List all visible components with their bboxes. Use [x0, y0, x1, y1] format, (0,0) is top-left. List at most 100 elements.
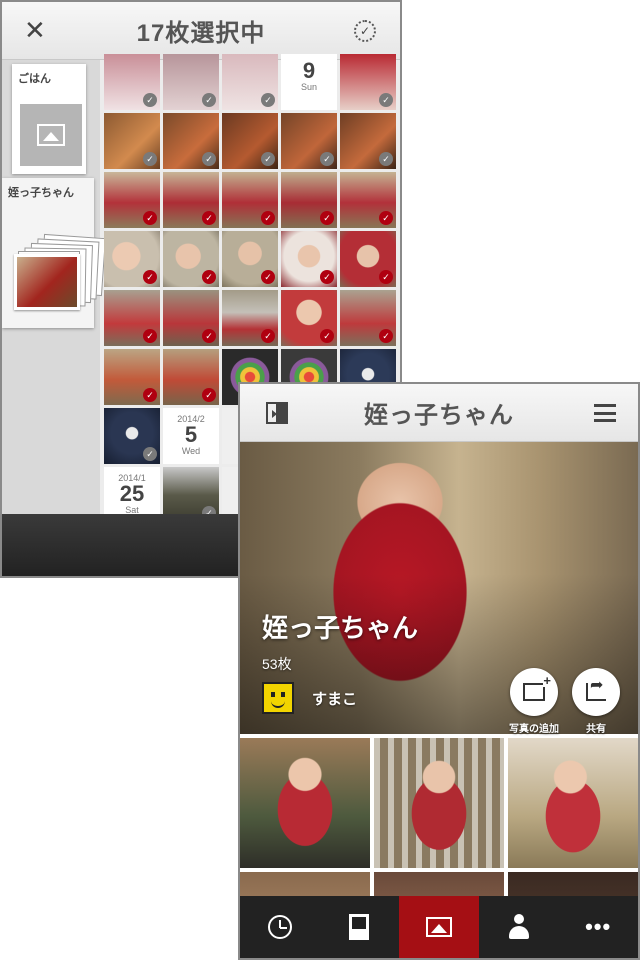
top-bar: ✕ 17枚選択中 ✓: [2, 2, 400, 60]
album-photo[interactable]: [374, 738, 504, 868]
check-icon[interactable]: ✓: [320, 329, 334, 343]
photo-cell[interactable]: ✓: [340, 54, 396, 110]
photo-cell[interactable]: ✓: [281, 231, 337, 287]
album-title: 姪っ子ちゃん: [364, 402, 514, 429]
album-name: 姪っ子ちゃん: [262, 613, 419, 643]
check-icon[interactable]: ✓: [320, 211, 334, 225]
check-icon[interactable]: ✓: [202, 388, 216, 402]
tab-timeline[interactable]: [240, 896, 320, 958]
check-icon[interactable]: ✓: [320, 270, 334, 284]
photo-cell[interactable]: ✓: [222, 231, 278, 287]
photo-cell[interactable]: ✓: [104, 113, 160, 169]
photo-cell[interactable]: ✓: [222, 172, 278, 228]
close-icon[interactable]: ✕: [24, 16, 46, 44]
photo-cell[interactable]: ✓: [222, 113, 278, 169]
photo-icon: [425, 917, 452, 937]
share-label: 共有: [586, 724, 606, 735]
photo-cell[interactable]: ✓: [104, 172, 160, 228]
photo-placeholder: [20, 104, 82, 166]
check-icon[interactable]: ✓: [379, 270, 393, 284]
album-card-gohan[interactable]: ごはん: [12, 64, 86, 174]
more-icon: •••: [585, 914, 612, 939]
photo-cell[interactable]: ✓: [104, 231, 160, 287]
share-icon: [586, 675, 606, 701]
tab-photos[interactable]: [399, 896, 479, 958]
check-icon[interactable]: ✓: [379, 329, 393, 343]
photo-cell[interactable]: ✓: [281, 172, 337, 228]
photo-cell[interactable]: ✓: [222, 54, 278, 110]
photo-cell[interactable]: ✓: [340, 231, 396, 287]
check-icon[interactable]: ✓: [261, 152, 275, 166]
check-icon[interactable]: ✓: [261, 270, 275, 284]
photo-cell[interactable]: ✓: [340, 113, 396, 169]
album-name: 姪っ子ちゃん: [8, 187, 74, 199]
dragged-photo-stack[interactable]: [12, 232, 106, 312]
photo-cell[interactable]: ✓: [163, 231, 219, 287]
date-weekday: Sun: [300, 82, 317, 92]
album-icon: [349, 914, 370, 940]
date-weekday: Wed: [181, 446, 201, 456]
check-icon[interactable]: ✓: [143, 388, 157, 402]
check-icon[interactable]: ✓: [261, 93, 275, 107]
check-icon[interactable]: ✓: [143, 93, 157, 107]
date-day: 5: [184, 422, 198, 447]
photo-cell[interactable]: ✓: [163, 349, 219, 405]
date-cell: 2014/2 5 Wed: [163, 408, 219, 464]
tab-profile[interactable]: [479, 896, 559, 958]
check-icon[interactable]: ✓: [202, 329, 216, 343]
select-all-icon[interactable]: ✓: [354, 20, 376, 42]
check-icon[interactable]: ✓: [202, 270, 216, 284]
photo-cell[interactable]: ✓: [163, 290, 219, 346]
photo-cell[interactable]: ✓: [163, 54, 219, 110]
photo-cell[interactable]: ✓: [104, 290, 160, 346]
check-icon[interactable]: ✓: [202, 152, 216, 166]
tab-albums[interactable]: [320, 896, 400, 958]
tab-more[interactable]: •••: [558, 896, 638, 958]
photo-cell[interactable]: ✓: [104, 349, 160, 405]
photo-cell[interactable]: ✓: [222, 290, 278, 346]
check-icon[interactable]: ✓: [261, 329, 275, 343]
top-bar: 姪っ子ちゃん: [240, 384, 638, 442]
bottom-tab-bar: •••: [240, 896, 638, 958]
check-icon[interactable]: ✓: [261, 211, 275, 225]
person-icon: [508, 914, 530, 940]
check-icon[interactable]: ✓: [143, 447, 157, 461]
date-day: 9: [302, 58, 316, 83]
photo-cell[interactable]: ✓: [104, 54, 160, 110]
photo-cell[interactable]: ✓: [340, 290, 396, 346]
photo-count: 53枚: [262, 656, 292, 672]
share-button[interactable]: [572, 668, 620, 716]
album-sidebar: ごはん 姪っ子ちゃん: [2, 60, 106, 520]
photo-cell[interactable]: ✓: [163, 113, 219, 169]
check-icon[interactable]: ✓: [143, 270, 157, 284]
album-photo[interactable]: [240, 738, 370, 868]
check-icon[interactable]: ✓: [143, 211, 157, 225]
avatar: [262, 682, 294, 714]
check-icon[interactable]: ✓: [320, 152, 334, 166]
date-cell: 9 Sun: [281, 54, 337, 110]
add-photo-label: 写真の追加: [509, 724, 559, 735]
photo-cell[interactable]: ✓: [281, 113, 337, 169]
menu-icon[interactable]: [594, 404, 616, 422]
album-photo[interactable]: [508, 738, 638, 868]
side-panel-icon[interactable]: [266, 402, 288, 424]
check-icon[interactable]: ✓: [379, 211, 393, 225]
check-icon[interactable]: ✓: [202, 211, 216, 225]
composite-screenshot: ✕ 17枚選択中 ✓ ごはん 姪っ子ちゃん ✓ ✓ ✓ 9 Sun ✓ ✓ ✓ …: [0, 0, 640, 960]
photo-cell[interactable]: ✓: [340, 172, 396, 228]
add-photo-icon: [523, 675, 551, 701]
date-day: 25: [119, 481, 145, 506]
selection-count-title: 17枚選択中: [136, 20, 266, 47]
album-owner[interactable]: すまこ: [262, 682, 357, 714]
photo-cell[interactable]: ✓: [104, 408, 160, 464]
photo-cell[interactable]: ✓: [163, 172, 219, 228]
check-icon[interactable]: ✓: [143, 329, 157, 343]
check-icon[interactable]: ✓: [379, 93, 393, 107]
add-photo-button[interactable]: [510, 668, 558, 716]
image-icon: [37, 124, 65, 146]
check-icon[interactable]: ✓: [379, 152, 393, 166]
check-icon[interactable]: ✓: [143, 152, 157, 166]
owner-name: すまこ: [312, 690, 358, 708]
photo-cell[interactable]: ✓: [281, 290, 337, 346]
check-icon[interactable]: ✓: [202, 93, 216, 107]
